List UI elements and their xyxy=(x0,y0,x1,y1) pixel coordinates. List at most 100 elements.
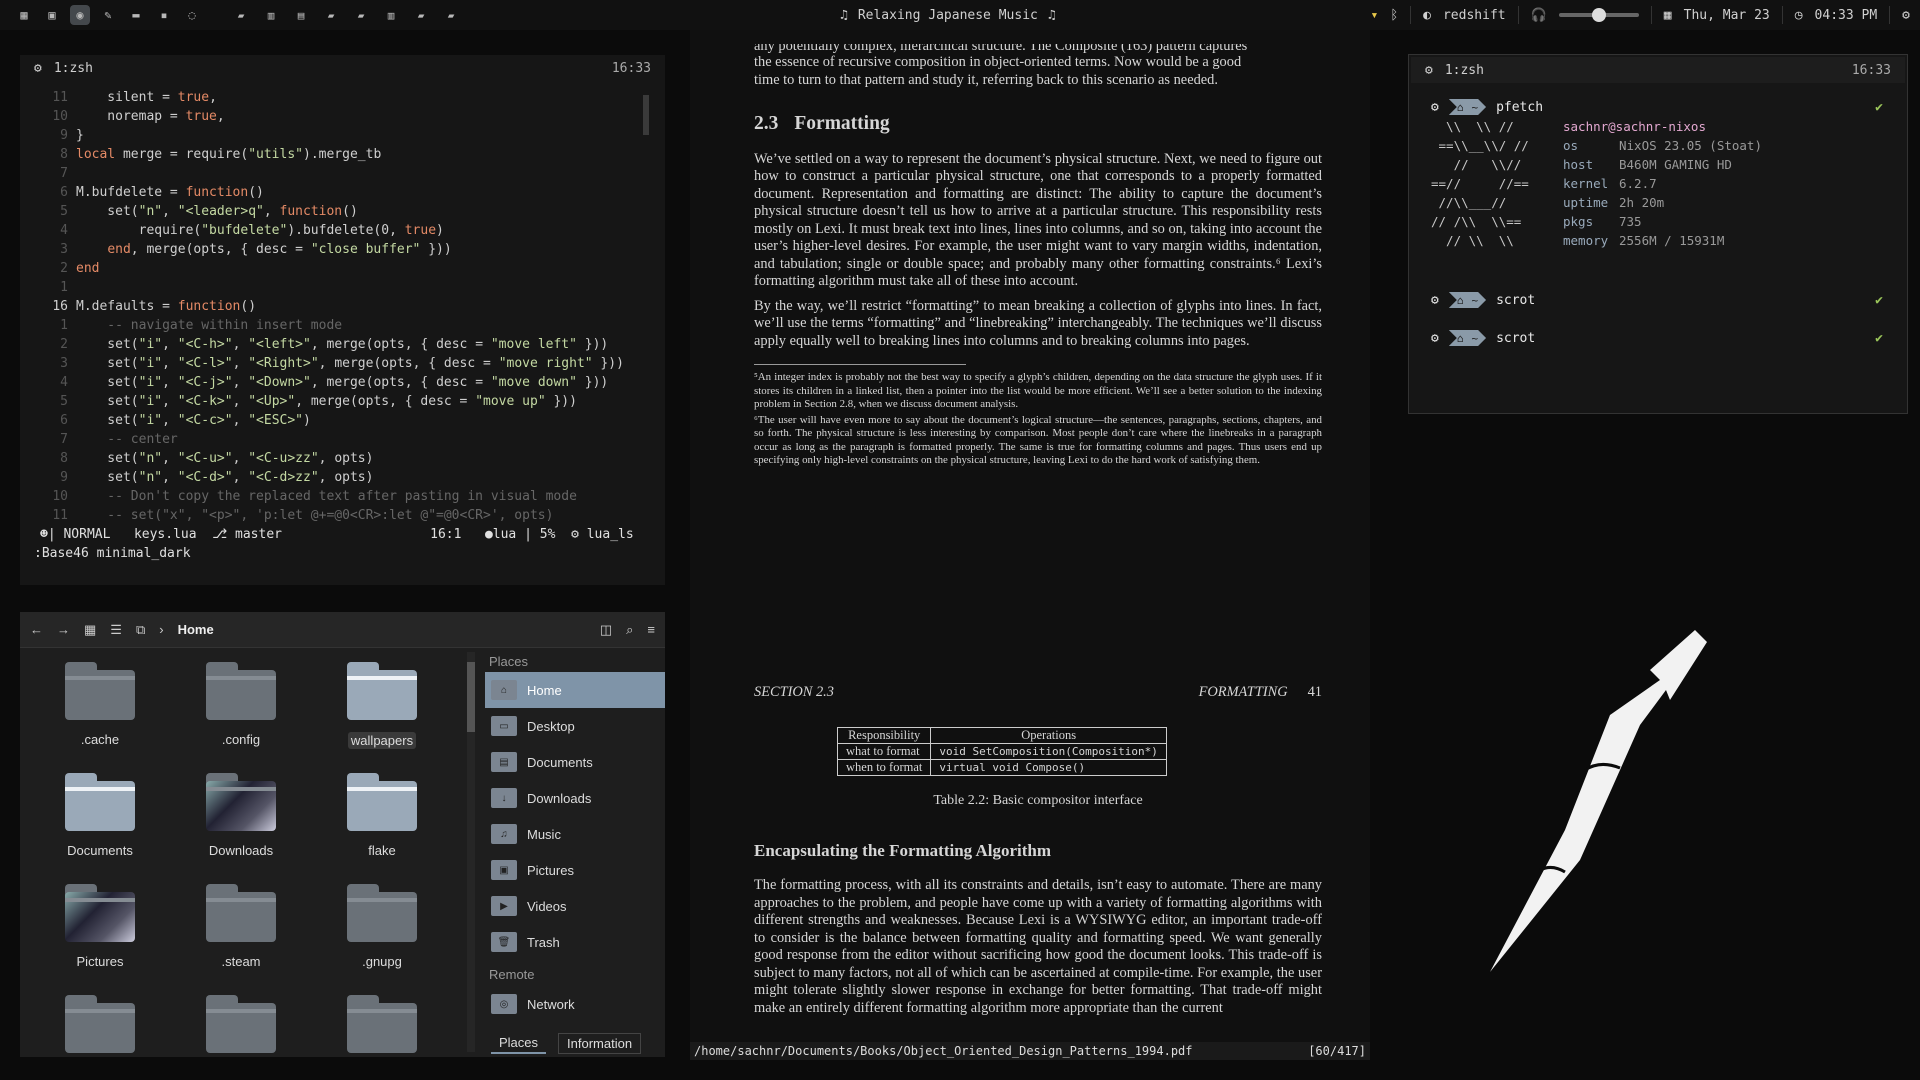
scrollbar[interactable] xyxy=(643,95,649,135)
folder-icon xyxy=(347,995,417,1053)
git-branch: master xyxy=(235,527,282,542)
table-cell: void SetComposition(Composition*) xyxy=(930,743,1167,760)
code-line: 3 set("i", "<C-l>", "<Right>", merge(opt… xyxy=(20,354,665,373)
sidebar-item-desktop[interactable]: ▭ Desktop xyxy=(485,708,665,744)
workspace-2-icon[interactable]: ◉ xyxy=(70,5,90,25)
file-manager-window[interactable]: ← → ▦ ☰ ⧉ › Home ◫ ⌕ ≡ .cache .config wall… xyxy=(20,612,665,1057)
workspace-1-icon[interactable]: ▣ xyxy=(42,5,62,25)
folder-icon xyxy=(347,884,417,942)
grid-scrollbar[interactable] xyxy=(467,652,475,1052)
file-grid[interactable]: .cache .config wallpapers Documents Download… xyxy=(20,648,465,1057)
app-1-icon[interactable]: ▰ xyxy=(230,6,252,24)
forward-arrow-icon[interactable]: → xyxy=(57,622,70,637)
pdf-viewer[interactable]: any potentially complex, hierarchical st… xyxy=(690,30,1370,1060)
separator xyxy=(1781,6,1783,24)
folder-item[interactable]: .steam xyxy=(181,884,301,969)
separator xyxy=(1517,6,1519,24)
app-6-icon[interactable]: ▥ xyxy=(380,6,402,24)
app-3-icon[interactable]: ▤ xyxy=(290,6,312,24)
code-line: 2 end xyxy=(20,259,665,278)
info-key: pkgs xyxy=(1563,214,1594,229)
places-header: Places xyxy=(489,654,529,669)
redshift-label[interactable]: redshift xyxy=(1443,8,1506,23)
table-header: Operations xyxy=(930,727,1167,744)
folder-item[interactable] xyxy=(181,995,301,1053)
tab-places[interactable]: Places xyxy=(491,1033,547,1054)
nvim-terminal-window[interactable]: ⚙ 1:zsh 16:33 11 silent = true, 10 noremap… xyxy=(20,55,665,585)
workspace-5-icon[interactable]: ▪ xyxy=(154,5,174,25)
pdf-paragraph-3: The formatting process, with all its con… xyxy=(754,877,1322,1016)
split-view-icon[interactable]: ◫ xyxy=(600,622,612,638)
folder-item[interactable]: Pictures xyxy=(40,884,160,969)
app-7-icon[interactable]: ▰ xyxy=(410,6,432,24)
panel-tabs: Places Information xyxy=(491,1033,642,1054)
sword-shape xyxy=(1490,630,1707,972)
command-line[interactable]: :Base46 minimal_dark xyxy=(20,544,665,563)
code-editor[interactable]: 11 silent = true, 10 noremap = true, 9} 8 lo… xyxy=(20,81,665,525)
app-5-icon[interactable]: ▰ xyxy=(350,6,372,24)
folder-item[interactable]: flake xyxy=(322,773,442,858)
workspace-6-icon[interactable]: ◌ xyxy=(182,5,202,25)
workspace-3-icon[interactable]: ✎ xyxy=(98,5,118,25)
bluetooth-icon[interactable]: ᛒ xyxy=(1390,8,1398,23)
gear-icon: ⚙ xyxy=(1431,330,1439,346)
volume-slider[interactable] xyxy=(1558,8,1639,22)
app-4-icon[interactable]: ▰ xyxy=(320,6,342,24)
gear-icon[interactable]: ⚙ xyxy=(34,61,42,76)
tree-view-icon[interactable]: ⧉ xyxy=(136,622,145,638)
code-line: 7 xyxy=(20,164,665,183)
music-widget[interactable]: ♫ Relaxing Japanese Music ♫ xyxy=(840,0,1056,30)
sidebar-item-trash[interactable]: 🗑 Trash xyxy=(485,924,665,960)
back-arrow-icon[interactable]: ← xyxy=(30,622,43,637)
app-2-icon[interactable]: ▥ xyxy=(260,6,282,24)
tab-information[interactable]: Information xyxy=(558,1033,642,1054)
prompt-command[interactable]: scrot xyxy=(1496,331,1535,346)
music-note-icon: ♫ xyxy=(840,7,848,23)
sidebar-item-music[interactable]: ♫ Music xyxy=(485,816,665,852)
apps-grid-icon[interactable]: ▦ xyxy=(14,5,34,25)
code-text: local merge = require("utils").merge_tb xyxy=(76,147,382,162)
remote-list: ◎ Network xyxy=(485,986,665,1022)
folder-item[interactable] xyxy=(40,995,160,1053)
sidebar-item-downloads[interactable]: ↓ Downloads xyxy=(485,780,665,816)
sidebar-item-documents[interactable]: ▤ Documents xyxy=(485,744,665,780)
workspace-4-icon[interactable]: ▬ xyxy=(126,5,146,25)
sidebar-item-network[interactable]: ◎ Network xyxy=(485,986,665,1022)
app-8-icon[interactable]: ▰ xyxy=(440,6,462,24)
menu-icon[interactable]: ≡ xyxy=(647,622,655,637)
prompt-command: pfetch xyxy=(1496,99,1544,115)
file-name: keys.lua xyxy=(133,527,197,542)
folder-item[interactable]: Documents xyxy=(40,773,160,858)
volume-knob[interactable] xyxy=(1591,8,1606,22)
terminal-tab-label[interactable]: 1:zsh xyxy=(54,61,93,76)
sidebar-item-home[interactable]: ⌂ Home xyxy=(485,672,665,708)
folder-item[interactable]: .config xyxy=(181,662,301,747)
breadcrumb-home[interactable]: Home xyxy=(178,622,214,637)
table-cell: what to format xyxy=(836,743,932,760)
icon-view-icon[interactable]: ▦ xyxy=(84,622,96,638)
sidebar-item-pictures[interactable]: ▣ Pictures xyxy=(485,852,665,888)
folder-item[interactable]: wallpapers xyxy=(322,662,442,749)
wifi-icon[interactable]: ▾ xyxy=(1371,8,1379,23)
line-number: 2 xyxy=(60,337,68,352)
folder-icon xyxy=(206,662,276,720)
sidebar-item-videos[interactable]: ▶ Videos xyxy=(485,888,665,924)
info-value: 735 xyxy=(1619,214,1642,229)
folder-item[interactable]: .cache xyxy=(40,662,160,747)
code-line: 5 set("n", "<leader>q", function() xyxy=(20,202,665,221)
gear-icon[interactable]: ⚙ xyxy=(1425,63,1433,78)
search-icon[interactable]: ⌕ xyxy=(626,622,633,638)
terminal-body[interactable]: ⚙ ⌂ ~ pfetch ✔ \\ \\ // ==\\__\\/ // // \… xyxy=(1409,85,1907,348)
fetch-terminal-window[interactable]: ⚙ 1:zsh 16:33 ⚙ ⌂ ~ pfetch ✔ \\ \\ // ==\\… xyxy=(1408,54,1908,414)
folder-item[interactable] xyxy=(322,995,442,1053)
info-value: 2556M / 15931M xyxy=(1619,233,1725,248)
terminal-tab-label[interactable]: 1:zsh xyxy=(1445,63,1484,78)
list-view-icon[interactable]: ☰ xyxy=(110,622,122,638)
prompt-segment: ⌂ ~ xyxy=(1449,330,1486,346)
pictures-folder-icon: ▣ xyxy=(491,860,517,880)
folder-item[interactable]: .gnupg xyxy=(322,884,442,969)
line-number: 5 xyxy=(60,204,68,219)
folder-item[interactable]: Downloads xyxy=(181,773,301,858)
settings-gear-icon[interactable]: ⚙ xyxy=(1902,8,1910,23)
line-number: 8 xyxy=(60,451,68,466)
